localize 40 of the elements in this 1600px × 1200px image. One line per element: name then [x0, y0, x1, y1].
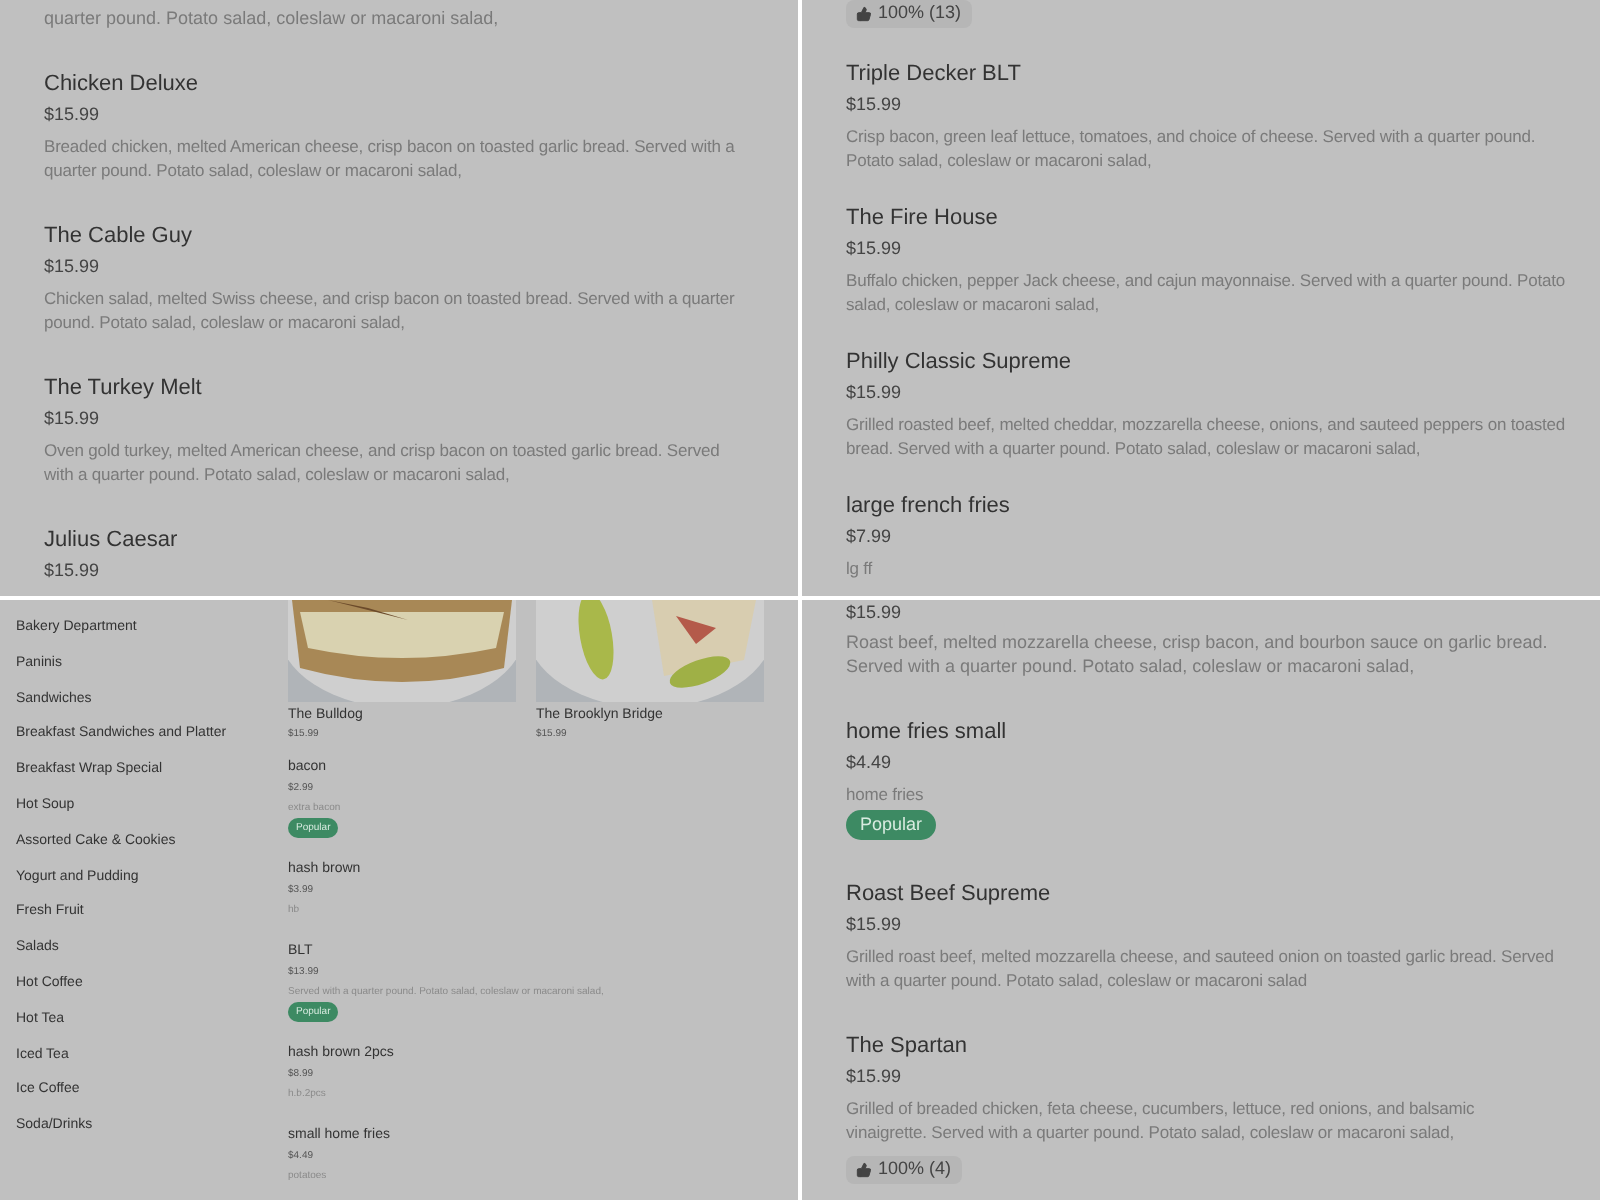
item-name[interactable]: Philly Classic Supreme [846, 348, 1568, 376]
item-price: $15.99 [846, 236, 904, 260]
item-name[interactable]: The Spartan [846, 1032, 1556, 1060]
item-name[interactable]: home fries small [846, 718, 1556, 746]
item-name[interactable]: Triple Decker BLT [846, 60, 1568, 88]
item-description: Chicken salad, melted Swiss cheese, and crisp bacon on toasted bread. Served with a quarter pound. Potato salad, coleslaw or macaroni salad, [44, 286, 737, 334]
item-name[interactable]: The Cable Guy [44, 222, 742, 250]
item-description: Grilled of breaded chicken, feta cheese, cucumbers, lettuce, red onions, and balsamic vinaigrette. Served with a quarter pound. Potato salad, coleslaw or macaroni salad, [846, 1096, 1477, 1144]
item-description: Buffalo chicken, pepper Jack cheese, and cajun mayonnaise. Served with a quarter pound. Potato salad, coleslaw or macaroni salad, [846, 268, 1567, 316]
thumbs-up-icon [856, 6, 872, 22]
item-name[interactable]: Chicken Deluxe [44, 70, 742, 98]
item-description: Breaded chicken, melted American cheese, crisp bacon on toasted garlic bread. Served with a quarter pound. Potato salad, coleslaw or macaroni salad, [44, 134, 737, 182]
item-description: quarter pound. Potato salad, coleslaw or macaroni salad, [44, 6, 501, 30]
item-description: Oven gold turkey, melted American cheese, and crisp bacon on toasted garlic bread. Served with a quarter pound. Potato salad, coleslaw or macaroni salad, [44, 438, 722, 486]
item-description: Roast beef, melted mozzarella cheese, crisp bacon, and bourbon sauce on garlic bread. Served with a quarter pound. Potato salad, coleslaw or macaroni salad, [846, 630, 1550, 678]
item-description: Crisp bacon, green leaf lettuce, tomatoes, and choice of cheese. Served with a quarter pound. Potato salad, coleslaw or macaroni salad, [846, 124, 1538, 172]
popular-badge: Popular [846, 810, 937, 840]
item-name[interactable]: The Fire House [846, 204, 1568, 232]
item-name[interactable]: The Turkey Melt [44, 374, 742, 402]
item-description: Grilled roast beef, melted mozzarella cheese, and sauteed onion on toasted garlic bread. Served with a quarter pound. Potato salad, coleslaw or macaroni salad [846, 944, 1556, 992]
item-price: $15.99 [846, 92, 904, 116]
item-description: home fries [846, 782, 926, 806]
rating-text: 100% (4) [878, 1156, 952, 1183]
thumbs-up-icon [856, 1162, 872, 1178]
item-price: $15.99 [846, 1064, 904, 1088]
item-price: $15.99 [846, 600, 904, 624]
item-price: $4.49 [846, 750, 894, 774]
item-description: Grilled roasted beef, melted cheddar, mozzarella cheese, onions, and sauteed peppers on toasted bread. Served with a quarter pound. Potato salad, coleslaw or macaroni salad, [846, 412, 1568, 460]
item-price: $15.99 [44, 406, 102, 430]
item-name[interactable]: Roast Beef Supreme [846, 880, 1556, 908]
item-description: lg ff [846, 556, 875, 580]
item-price: $15.99 [44, 254, 102, 278]
item-name[interactable]: large french fries [846, 492, 1568, 520]
item-price: $15.99 [44, 102, 102, 126]
item-price: $7.99 [846, 524, 894, 548]
item-price: $15.99 [846, 380, 904, 404]
item-price: $15.99 [44, 558, 102, 582]
rating-text: 100% (13) [878, 0, 962, 27]
item-price: $15.99 [846, 912, 904, 936]
item-name[interactable]: Julius Caesar [44, 526, 742, 554]
